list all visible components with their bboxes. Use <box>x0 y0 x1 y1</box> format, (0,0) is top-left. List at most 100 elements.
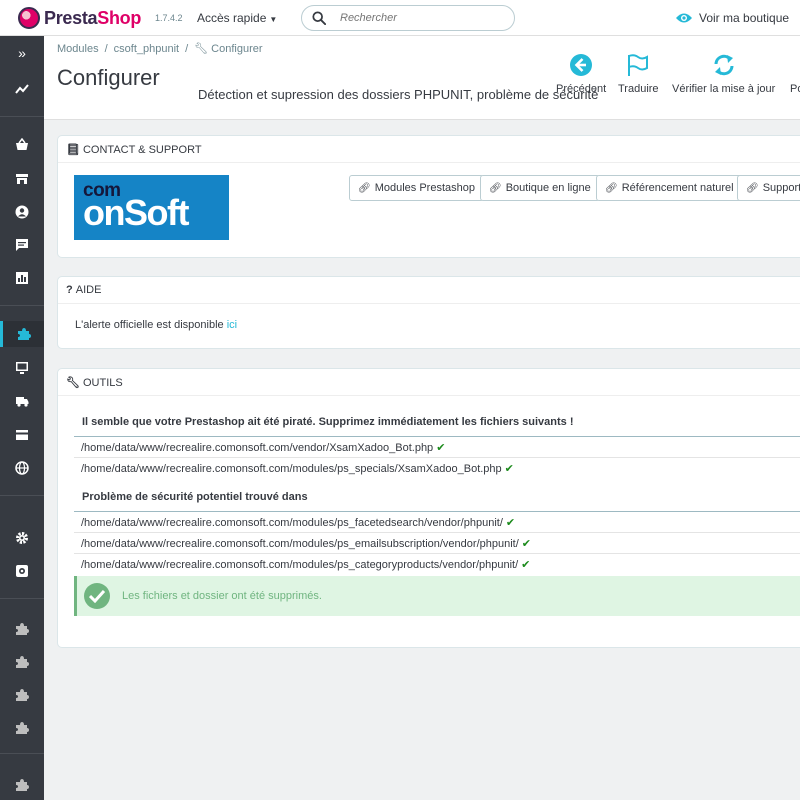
sidebar-divider <box>0 116 44 117</box>
caret-down-icon: ▼ <box>269 15 278 24</box>
modules-prestashop-button[interactable]: 🔗︎ Modules Prestashop <box>349 175 484 201</box>
button-label: Référencement naturel <box>621 182 734 194</box>
breadcrumb-module[interactable]: csoft_phpunit <box>114 43 179 55</box>
sidebar-item-payment[interactable] <box>0 422 44 448</box>
help-link[interactable]: ici <box>227 319 237 331</box>
toolbar-check-update-button[interactable]: Vérifier la mise à jour <box>672 53 775 95</box>
panel-heading-text: AIDE <box>75 284 102 296</box>
page-description: Détection et supression des dossiers PHP… <box>198 87 599 102</box>
wrench-icon: 🔧︎ <box>194 43 209 55</box>
sidebar-item-settings[interactable] <box>0 525 44 551</box>
prestashop-logo[interactable]: PrestaShop <box>18 7 141 29</box>
sidebar-item-stats[interactable] <box>0 265 44 291</box>
panel-heading: ? AIDE <box>58 277 800 304</box>
basket-icon <box>16 138 28 150</box>
sidebar-divider <box>0 753 44 754</box>
logo-text-prefix: Presta <box>44 7 98 28</box>
check-icon: ✔ <box>521 538 531 550</box>
success-message: Les fichiers et dossier ont été supprimé… <box>122 590 322 602</box>
logo-onsoft-text: onSoft <box>83 192 189 233</box>
panel-heading-text: OUTILS <box>82 377 123 389</box>
file-row: /home/data/www/recrealire.comonsoft.com/… <box>74 436 800 457</box>
file-path: /home/data/www/recrealire.comonsoft.com/… <box>81 538 519 550</box>
sidebar-item-dashboard[interactable] <box>0 76 44 102</box>
search-box <box>301 5 515 31</box>
prestashop-logo-icon <box>18 7 40 29</box>
sidebar-item-module-2[interactable] <box>0 649 44 675</box>
refresh-icon <box>714 54 734 76</box>
account-circle-icon <box>15 205 29 219</box>
logo-text-suffix: Shop <box>97 7 142 28</box>
toolbar-translate-button[interactable]: Traduire <box>618 53 659 95</box>
sidebar-item-modules[interactable] <box>0 321 44 347</box>
view-shop-label: Voir ma boutique <box>699 11 790 25</box>
link-icon: 🔗︎ <box>489 183 502 194</box>
monitor-icon <box>16 362 28 374</box>
help-text: L'alerte officielle est disponible ici <box>75 319 237 331</box>
file-path: /home/data/www/recrealire.comonsoft.com/… <box>81 442 434 454</box>
sidebar-item-international[interactable] <box>0 455 44 481</box>
sidebar-item-customers[interactable] <box>0 199 44 225</box>
sidebar-item-shipping[interactable] <box>0 388 44 414</box>
sidebar-item-module-1[interactable] <box>0 616 44 642</box>
search-input[interactable] <box>340 10 510 26</box>
tools-panel: 🔧︎ OUTILS Il semble que votre Prestashop … <box>57 368 800 648</box>
contact-support-panel: 📘︎ CONTACT & SUPPORT com onSoft 🔗︎ Modules… <box>57 135 800 258</box>
sidebar-item-design[interactable] <box>0 355 44 381</box>
sidebar-item-catalog[interactable] <box>0 166 44 192</box>
breadcrumb-modules[interactable]: Modules <box>57 43 99 55</box>
page-title: Configurer <box>57 65 160 90</box>
view-shop-link[interactable]: Voir ma boutique <box>676 11 789 25</box>
question-icon: ? <box>66 284 73 296</box>
puzzle-icon <box>16 779 29 791</box>
file-row: /home/data/www/recrealire.comonsoft.com/… <box>74 553 800 574</box>
sidebar-item-messages[interactable] <box>0 232 44 258</box>
sidebar-item-module-3[interactable] <box>0 682 44 708</box>
breadcrumb-current: Configurer <box>211 43 263 55</box>
globe-icon <box>15 461 29 475</box>
chat-icon <box>16 239 28 251</box>
link-icon: 🔗︎ <box>746 183 759 194</box>
flag-icon <box>628 54 649 76</box>
support-button[interactable]: 🔗︎Support a <box>737 175 800 201</box>
file-path: /home/data/www/recrealire.comonsoft.com/… <box>81 463 502 475</box>
toolbar-back-button[interactable]: Précédent <box>556 53 606 95</box>
trending-up-icon <box>15 84 29 94</box>
file-path: /home/data/www/recrealire.comonsoft.com/… <box>81 517 503 529</box>
sidebar-divider <box>0 305 44 306</box>
breadcrumb: Modules / csoft_phpunit / 🔧︎ Configurer <box>57 42 263 55</box>
file-row: /home/data/www/recrealire.comonsoft.com/… <box>74 511 800 532</box>
sidebar-item-advanced[interactable] <box>0 558 44 584</box>
search-icon[interactable] <box>312 11 326 25</box>
top-header: PrestaShop 1.7.4.2 Accès rapide▼ Voir ma… <box>0 0 800 36</box>
button-label: Modules Prestashop <box>374 182 475 194</box>
file-path: /home/data/www/recrealire.comonsoft.com/… <box>81 559 519 571</box>
wrench-icon: 🔧︎ <box>66 377 80 389</box>
truck-icon <box>16 397 29 407</box>
book-icon: 📘︎ <box>66 144 80 156</box>
logo-text: PrestaShop <box>44 8 141 29</box>
panel-heading: 🔧︎ OUTILS <box>58 369 800 396</box>
puzzle-icon <box>17 328 31 340</box>
panel-heading-text: CONTACT & SUPPORT <box>82 144 202 156</box>
sidebar-item-orders[interactable] <box>0 132 44 158</box>
button-label: Support a <box>762 182 800 194</box>
security-issue-title: Problème de sécurité potentiel trouvé da… <box>82 491 308 503</box>
puzzle-icon <box>16 656 29 668</box>
credit-card-icon <box>16 430 28 440</box>
quick-access-dropdown[interactable]: Accès rapide ▼ <box>197 11 277 25</box>
referencement-naturel-button[interactable]: 🔗︎ Référencement naturel <box>596 175 743 201</box>
toolbar-back-label: Précédent <box>556 83 607 95</box>
comonsoft-logo[interactable]: com onSoft <box>74 175 229 240</box>
sidebar-item-module-4[interactable] <box>0 715 44 741</box>
arrow-left-circle-icon <box>570 54 593 76</box>
check-icon: ✔ <box>436 442 446 454</box>
toolbar-extra-button[interactable]: Poi <box>786 53 800 95</box>
link-icon: 🔗︎ <box>605 183 618 194</box>
quick-access-label: Accès rapide <box>197 11 267 25</box>
sidebar-item-module-5[interactable] <box>0 772 44 798</box>
collapse-menu-icon[interactable]: » <box>0 40 44 66</box>
boutique-en-ligne-button[interactable]: 🔗︎ Boutique en ligne <box>480 175 600 201</box>
check-icon: ✔ <box>505 517 516 529</box>
sidebar-divider <box>0 598 44 599</box>
